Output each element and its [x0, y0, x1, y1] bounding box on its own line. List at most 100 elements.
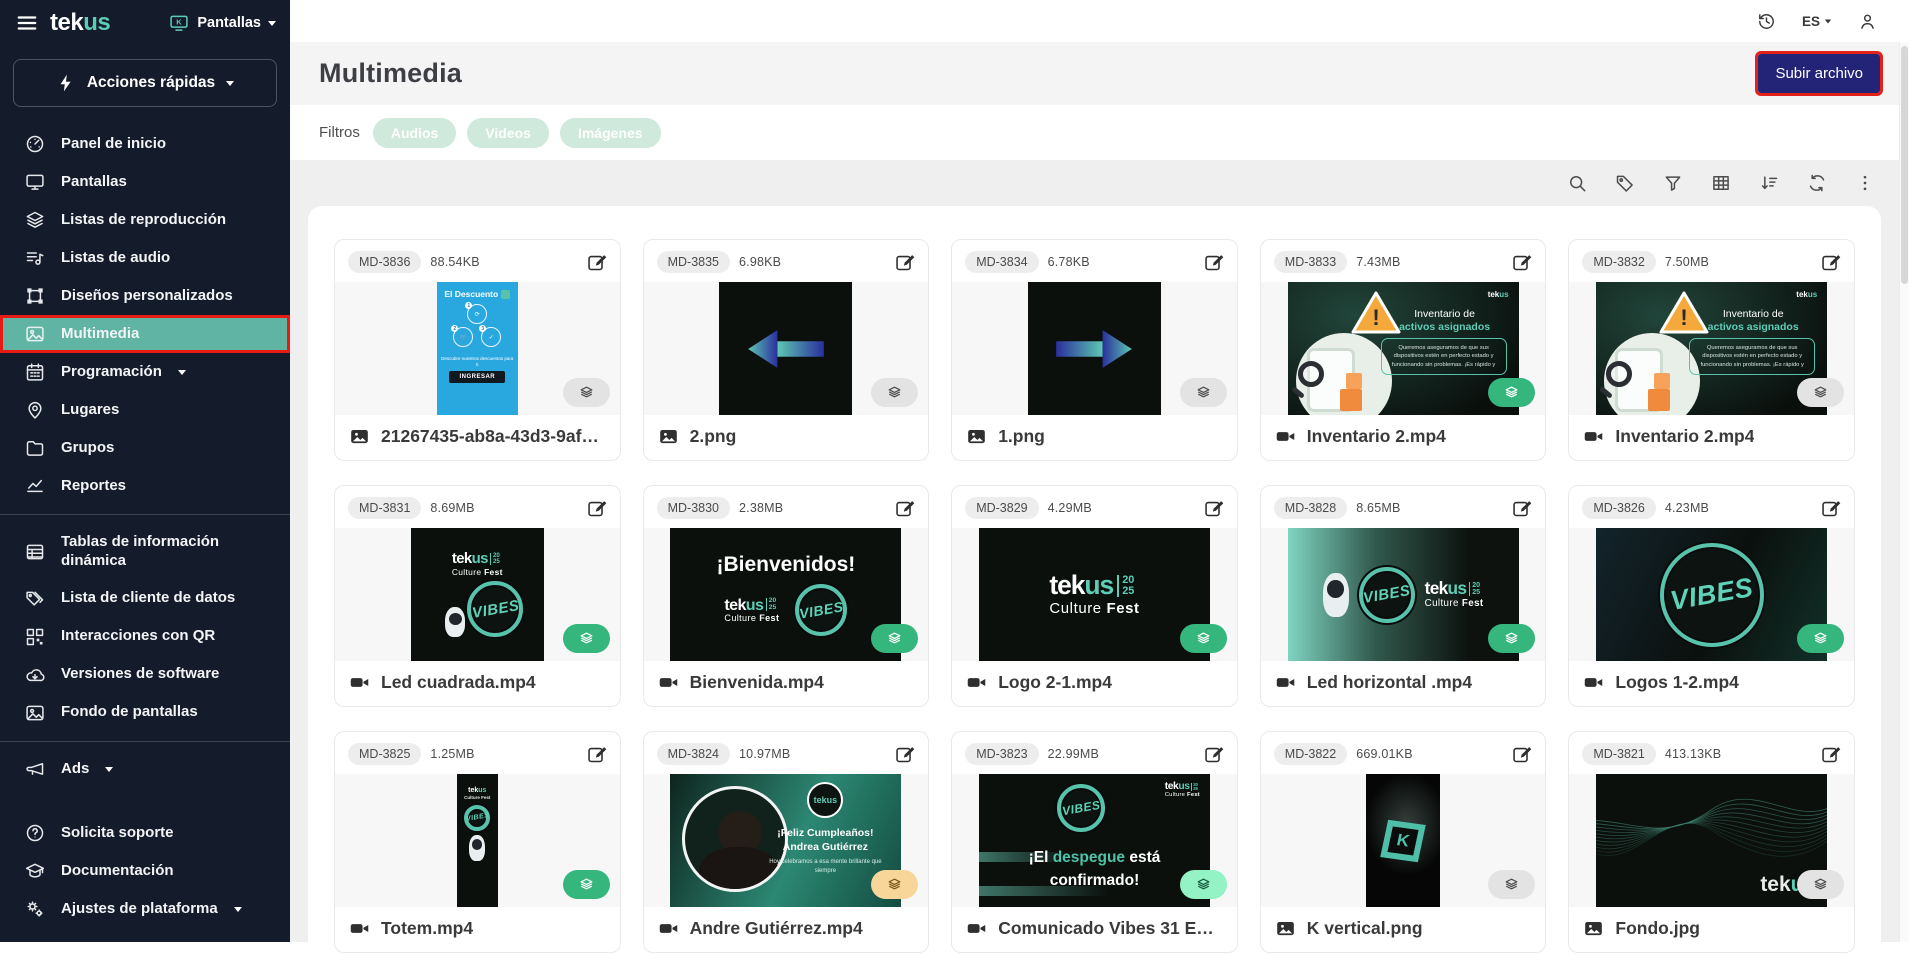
sidebar-item-versiones-de-software[interactable]: Versiones de software	[0, 656, 290, 694]
layers-stack-icon	[1503, 384, 1520, 401]
monitor-k-icon: K	[168, 13, 190, 33]
sidebar-item-listas-de-audio[interactable]: Listas de audio	[0, 239, 290, 277]
edit-icon[interactable]	[586, 252, 607, 273]
playlist-assignment-badge[interactable]	[1797, 870, 1844, 899]
funnel-icon[interactable]	[1663, 173, 1683, 193]
playlist-assignment-badge[interactable]	[1797, 624, 1844, 653]
sidebar-item-lugares[interactable]: Lugares	[0, 391, 290, 429]
sidebar-item-multimedia[interactable]: Multimedia	[0, 315, 290, 353]
edit-icon[interactable]	[894, 744, 915, 765]
edit-icon[interactable]	[1820, 744, 1841, 765]
playlist-assignment-badge[interactable]	[1797, 378, 1844, 407]
logo-text-suffix: us	[83, 9, 110, 36]
media-card[interactable]: MD-3836 88.54KB El Descuento 1⟳ 2🛒 3✓ De…	[334, 239, 621, 461]
edit-icon[interactable]	[1203, 498, 1224, 519]
card-header: MD-3836 88.54KB	[335, 240, 620, 282]
media-card[interactable]: MD-3829 4.29MB tekus 2025 Culture Fest L…	[951, 485, 1238, 707]
sidebar-item-programacion[interactable]: Programación	[0, 353, 290, 391]
media-card[interactable]: MD-3828 8.65MB VIBES tekus 2025 Culture …	[1260, 485, 1547, 707]
kebab-icon[interactable]	[1855, 173, 1875, 193]
edit-icon[interactable]	[894, 498, 915, 519]
edit-icon[interactable]	[586, 498, 607, 519]
edit-icon[interactable]	[1203, 252, 1224, 273]
media-card[interactable]: MD-3824 10.97MB tekus ¡Feliz Cumpleaños!…	[643, 731, 930, 953]
file-name: 2.png	[690, 426, 737, 447]
sidebar-item-lista-de-cliente-de-datos[interactable]: Lista de cliente de datos	[0, 580, 290, 618]
media-card[interactable]: MD-3826 4.23MB VIBES Logos 1-2.mp4	[1568, 485, 1855, 707]
card-header: MD-3825 1.25MB	[335, 732, 620, 774]
playlist-assignment-badge[interactable]	[563, 870, 610, 899]
sidebar-item-reportes[interactable]: Reportes	[0, 467, 290, 505]
upload-file-button[interactable]: Subir archivo	[1758, 54, 1880, 93]
filter-chip-audios[interactable]: Audios	[373, 118, 456, 148]
scrollbar-track[interactable]	[1899, 42, 1909, 942]
card-header: MD-3828 8.65MB	[1261, 486, 1546, 528]
playlist-assignment-badge[interactable]	[1488, 378, 1535, 407]
playlist-assignment-badge[interactable]	[1180, 378, 1227, 407]
user-profile-icon[interactable]	[1858, 12, 1877, 31]
quick-actions-button[interactable]: Acciones rápidas	[13, 59, 277, 107]
edit-icon[interactable]	[1511, 498, 1532, 519]
playlist-assignment-badge[interactable]	[871, 378, 918, 407]
media-card[interactable]: MD-3823 22.99MB VIBES tekus 2025 Culture…	[951, 731, 1238, 953]
edit-icon[interactable]	[586, 744, 607, 765]
playlist-assignment-badge[interactable]	[563, 624, 610, 653]
history-icon[interactable]	[1757, 12, 1776, 31]
sidebar-item-solicita-soporte[interactable]: Solicita soporte	[0, 814, 290, 852]
playlist-assignment-badge[interactable]	[871, 624, 918, 653]
sidebar-item-pantallas[interactable]: Pantallas	[0, 163, 290, 201]
screens-dropdown[interactable]: K Pantallas	[168, 13, 276, 33]
sidebar-item-documentacion[interactable]: Documentación	[0, 852, 290, 890]
sidebar-item-label: Multimedia	[61, 325, 139, 344]
filter-chip-videos[interactable]: Videos	[467, 118, 549, 148]
media-card[interactable]: MD-3831 8.69MB tekus 2025 Culture Fest V…	[334, 485, 621, 707]
sidebar-item-listas-de-reproduccion[interactable]: Listas de reproducción	[0, 201, 290, 239]
sidebar-item-ads[interactable]: Ads	[0, 751, 290, 789]
sidebar-item-fondo-de-pantallas[interactable]: Fondo de pantallas	[0, 694, 290, 732]
sidebar-item-grupos[interactable]: Grupos	[0, 429, 290, 467]
playlist-assignment-badge[interactable]	[871, 870, 918, 899]
tag-icon[interactable]	[1615, 173, 1635, 193]
sidebar-item-tablas-de-informacion-dinamica[interactable]: Tablas de información dinámica	[0, 524, 290, 580]
edit-icon[interactable]	[1820, 252, 1841, 273]
edit-icon[interactable]	[1203, 744, 1224, 765]
file-name: 21267435-ab8a-43d3-9af…	[381, 426, 599, 447]
sidebar-item-ajustes-de-plataforma[interactable]: Ajustes de plataforma	[0, 890, 290, 928]
media-card[interactable]: MD-3835 6.98KB 2.png	[643, 239, 930, 461]
thumbnail-art	[719, 282, 852, 415]
playlist-assignment-badge[interactable]	[1488, 870, 1535, 899]
sidebar-item-disenos-personalizados[interactable]: Diseños personalizados	[0, 277, 290, 315]
sidebar-item-panel-de-inicio[interactable]: Panel de inicio	[0, 125, 290, 163]
edit-icon[interactable]	[1511, 744, 1532, 765]
edit-icon[interactable]	[1820, 498, 1841, 519]
table-grid-icon[interactable]	[1711, 173, 1731, 193]
graduation-icon	[25, 861, 45, 881]
thumbnail-art: El Descuento 1⟳ 2🛒 3✓ Descubre nuestros …	[437, 282, 518, 415]
sidebar-item-label: Lugares	[61, 401, 119, 420]
media-card[interactable]: MD-3834 6.78KB 1.png	[951, 239, 1238, 461]
file-size: 4.29MB	[1048, 501, 1092, 515]
media-card[interactable]: MD-3825 1.25MB tekus Culture Fest VIBES …	[334, 731, 621, 953]
media-card[interactable]: MD-3833 7.43MB ! tekus Inventario deacti…	[1260, 239, 1547, 461]
sync-icon[interactable]	[1807, 173, 1827, 193]
edit-icon[interactable]	[894, 252, 915, 273]
media-card[interactable]: MD-3822 669.01KB K K vertical.png	[1260, 731, 1547, 953]
hamburger-menu-icon[interactable]	[16, 12, 38, 34]
layers-stack-icon	[1812, 630, 1829, 647]
scrollbar-thumb[interactable]	[1901, 46, 1908, 284]
sidebar-item-interacciones-con-qr[interactable]: Interacciones con QR	[0, 618, 290, 656]
tekus-culturefest-logo: tekus 2025 Culture Fest	[1425, 580, 1484, 609]
playlist-assignment-badge[interactable]	[563, 378, 610, 407]
search-icon[interactable]	[1567, 173, 1587, 193]
sort-icon[interactable]	[1759, 173, 1779, 193]
filter-chip-imágenes[interactable]: Imágenes	[560, 118, 661, 148]
media-card[interactable]: MD-3821 413.13KB tekus Fondo.jpg	[1568, 731, 1855, 953]
language-selector[interactable]: ES	[1802, 14, 1832, 29]
file-name: K vertical.png	[1307, 918, 1423, 939]
playlist-assignment-badge[interactable]	[1180, 624, 1227, 653]
edit-icon[interactable]	[1511, 252, 1532, 273]
media-card[interactable]: MD-3830 2.38MB ¡Bienvenidos! tekus 2025 …	[643, 485, 930, 707]
playlist-assignment-badge[interactable]	[1488, 624, 1535, 653]
media-card[interactable]: MD-3832 7.50MB ! tekus Inventario deacti…	[1568, 239, 1855, 461]
playlist-assignment-badge[interactable]	[1180, 870, 1227, 899]
